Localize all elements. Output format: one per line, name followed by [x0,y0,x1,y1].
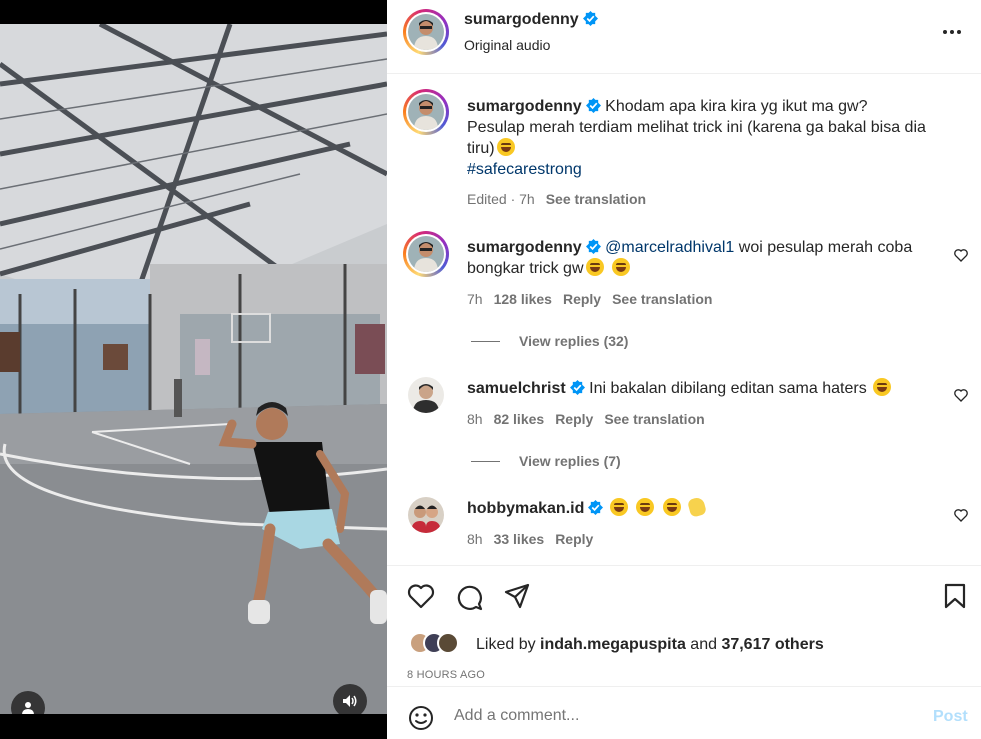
bookmark-icon[interactable] [943,583,967,609]
comment-text-line-1: woi pesulap merah coba [734,239,913,256]
share-icon[interactable] [504,583,530,609]
heart-icon[interactable] [407,583,435,609]
caption-edited: Edited · 7h [467,191,535,207]
rofl-emoji-icon [496,138,515,156]
post-details-panel: sumargodenny Original audio sumargodenny… [387,0,981,739]
emoji-icon[interactable] [408,705,434,731]
caption-avatar[interactable] [403,89,449,135]
comment-likes[interactable]: 128 likes [494,291,552,307]
caption-username[interactable]: sumargodenny [467,98,582,115]
view-replies-label: View replies (7) [519,453,621,469]
verified-badge-icon [588,500,604,515]
commenter-avatar[interactable] [403,231,449,277]
comments-list: sumargodenny Khodam apa kira kira yg iku… [387,75,981,565]
comment-likes[interactable]: 33 likes [494,531,545,547]
reply-button[interactable]: Reply [555,411,593,427]
caption-hashtag[interactable]: #safecarestrong [467,159,967,180]
comment-time: 8h [467,531,483,547]
mute-button[interactable] [333,684,367,714]
view-replies-button[interactable]: View replies (32) [471,333,628,349]
post-media [0,0,387,739]
comment-likes[interactable]: 82 likes [494,411,545,427]
likes-summary: Liked by indah.megapuspita and 37,617 ot… [476,636,824,654]
see-translation-button[interactable]: See translation [604,411,704,427]
comment-username[interactable]: hobbymakan.id [467,500,584,517]
caption-line-1: Khodam apa kira kira yg ikut ma gw? [605,98,868,115]
comment-time: 8h [467,411,483,427]
comment-username[interactable]: sumargodenny [467,239,582,256]
liked-by-and: and [685,636,722,653]
view-replies-label: View replies (32) [519,333,629,349]
comment-like-heart-icon[interactable] [953,247,969,263]
author-username[interactable]: sumargodenny [464,11,579,28]
verified-badge-icon [569,380,585,395]
commenter-avatar[interactable] [408,497,444,533]
comment-input[interactable] [454,701,914,731]
liked-by-user[interactable]: indah.megapuspita [540,636,686,653]
video-player[interactable] [0,24,387,714]
comment-like-heart-icon[interactable] [953,507,969,523]
comment-meta: 8h 82 likes Reply See translation [467,411,705,427]
post-header: sumargodenny Original audio [387,0,981,74]
rofl-emoji-icon [609,498,628,516]
laughing-emoji-icon [873,378,892,396]
liker-avatar [437,632,459,654]
audio-label[interactable]: Original audio [464,37,550,53]
add-comment-bar: Post [387,686,981,739]
author-name-row: sumargodenny [464,11,598,29]
comment-username[interactable]: samuelchrist [467,380,566,397]
liked-by-avatars[interactable] [409,632,469,656]
verified-badge-icon [582,11,598,26]
more-options-icon[interactable] [942,29,962,35]
comment-text: Ini bakalan dibilang editan sama haters [589,380,867,397]
comment-like-heart-icon[interactable] [953,387,969,403]
comment-time: 7h [467,291,483,307]
verified-badge-icon [585,239,601,254]
comment-meta: 8h 33 likes Reply [467,531,593,547]
post-timestamp[interactable]: 8 HOURS AGO [407,669,485,681]
liked-by-others[interactable]: 37,617 others [721,636,823,653]
view-replies-button[interactable]: View replies (7) [471,453,621,469]
rofl-emoji-icon [636,498,655,516]
rofl-emoji-icon [662,498,681,516]
laughing-emoji-icon [585,258,604,276]
comment-icon[interactable] [455,583,483,611]
comment-mention[interactable]: @marcelradhival1 [605,239,734,256]
see-translation-button[interactable]: See translation [612,291,712,307]
video-frame-image [0,24,387,714]
user-icon [22,702,34,714]
reply-button[interactable]: Reply [563,291,601,307]
speaker-icon [343,695,357,707]
reply-button[interactable]: Reply [555,531,593,547]
caption-meta: Edited · 7h See translation [467,191,646,207]
post-comment-button[interactable]: Post [933,708,968,726]
post-actions: Liked by indah.megapuspita and 37,617 ot… [387,565,981,685]
caption-see-translation[interactable]: See translation [546,191,646,207]
commenter-avatar[interactable] [408,377,444,413]
laughing-emoji-icon [611,258,630,276]
caption-line-2: Pesulap merah terdiam melihat trick ini … [467,119,926,136]
comment-text-line-2: bongkar trick gw [467,260,584,277]
verified-badge-icon [585,98,601,113]
comment-meta: 7h 128 likes Reply See translation [467,291,712,307]
liked-by-prefix: Liked by [476,636,541,653]
clapping-emoji-icon [686,496,707,518]
caption-line-3: tiru) [467,140,495,157]
author-avatar[interactable] [403,9,449,55]
